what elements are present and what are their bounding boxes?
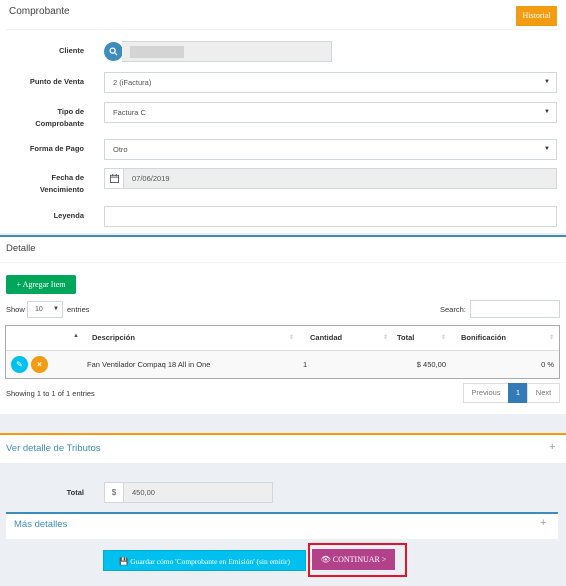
column-header-total[interactable]: Total: [397, 326, 414, 350]
chevron-down-icon: ▼: [53, 306, 59, 312]
detalle-title: Detalle: [6, 243, 36, 254]
search-label: Search:: [440, 305, 466, 314]
sort-icon[interactable]: ⇕: [289, 334, 294, 341]
tipo-value: Factura C: [113, 108, 146, 117]
eye-icon: 👁: [320, 555, 331, 564]
forma-pago-select[interactable]: Otro ▼: [104, 139, 557, 160]
column-header-cantidad[interactable]: Cantidad: [310, 326, 342, 350]
cliente-label: Cliente: [58, 46, 84, 55]
table-info: Showing 1 to 1 of 1 entries: [6, 389, 95, 398]
page-number: 1: [515, 388, 521, 397]
search-icon[interactable]: [104, 42, 123, 61]
chevron-down-icon: ▼: [544, 146, 550, 152]
next-label: Next: [535, 388, 552, 397]
forma-pago-value: Otro: [113, 145, 128, 154]
save-icon: 💾: [119, 557, 129, 566]
chevron-down-icon: ▼: [544, 109, 550, 115]
expand-icon[interactable]: +: [549, 441, 555, 453]
tipo-label-2: Comprobante: [35, 119, 84, 128]
cell-bonificacion: 0 %: [541, 360, 554, 369]
previous-label: Previous: [471, 388, 501, 397]
column-header-descripcion[interactable]: Descripción: [92, 326, 135, 350]
total-label: Total: [66, 488, 84, 497]
fecha-label-1: Fecha de: [51, 173, 84, 182]
mas-detalles-title[interactable]: Más detalles: [14, 519, 67, 530]
show-label: Show: [6, 305, 25, 314]
fecha-label-2: Vencimiento: [39, 185, 84, 194]
chevron-down-icon: ▼: [544, 79, 550, 85]
cell-cantidad: 1: [303, 360, 308, 369]
fecha-value: 07/06/2019: [132, 174, 170, 183]
sort-icon[interactable]: ⇕: [441, 334, 446, 341]
leyenda-input[interactable]: [104, 206, 557, 227]
cell-descripcion: Fan Ventilador Compaq 18 All in One: [87, 360, 211, 369]
currency-addon: $: [104, 482, 124, 503]
agregar-item-button[interactable]: + Agregar Item: [6, 275, 76, 294]
cliente-input[interactable]: [122, 41, 332, 62]
calendar-icon: [104, 168, 124, 189]
divider: [6, 29, 561, 30]
pagination-page-1[interactable]: 1: [508, 383, 528, 403]
continuar-label: CONTINUAR >: [332, 555, 387, 564]
pagination-previous[interactable]: Previous: [463, 383, 509, 403]
delete-icon[interactable]: ×: [31, 356, 48, 373]
comprobante-title: Comprobante: [9, 6, 70, 17]
leyenda-label: Leyenda: [53, 211, 84, 220]
agregar-item-label: + Agregar Item: [16, 280, 66, 289]
guardar-label: Guardar cómo 'Comprobante en Emisión' (s…: [130, 557, 290, 566]
sort-asc-icon[interactable]: ▲: [73, 333, 79, 339]
items-table: ▲ Descripción ⇕ Cantidad ⇕ Total ⇕ Bonif…: [5, 325, 560, 379]
table-row: ✎ × Fan Ventilador Compaq 18 All in One …: [6, 350, 559, 378]
entries-value: 10: [35, 306, 43, 313]
historial-label: Historial: [522, 11, 551, 20]
edit-icon[interactable]: ✎: [11, 356, 28, 373]
pagination-next[interactable]: Next: [527, 383, 560, 403]
forma-pago-label: Forma de Pago: [29, 144, 84, 153]
punto-venta-select[interactable]: 2 (iFactura) ▼: [104, 72, 557, 93]
historial-button[interactable]: Historial: [516, 6, 557, 26]
punto-venta-label: Punto de Venta: [29, 77, 84, 86]
tipo-label-1: Tipo de: [57, 107, 84, 116]
punto-venta-value: 2 (iFactura): [113, 78, 152, 87]
total-value: 450,00: [132, 488, 155, 497]
mas-detalles-box: [6, 512, 558, 539]
sort-icon[interactable]: ⇕: [383, 334, 388, 341]
tipo-comprobante-select[interactable]: Factura C ▼: [104, 102, 557, 123]
cliente-redacted: [130, 46, 184, 58]
total-input: 450,00: [123, 482, 273, 503]
tributos-title[interactable]: Ver detalle de Tributos: [6, 443, 101, 454]
search-input[interactable]: [470, 300, 560, 318]
guardar-button[interactable]: 💾 Guardar cómo 'Comprobante en Emisión' …: [103, 550, 306, 571]
entries-label: entries: [67, 305, 90, 314]
column-header-bonificacion[interactable]: Bonificación: [461, 326, 506, 350]
fecha-vencimiento-input[interactable]: 07/06/2019: [123, 168, 557, 189]
expand-icon[interactable]: +: [540, 517, 546, 529]
entries-select[interactable]: 10 ▼: [27, 301, 63, 318]
cell-total: $ 450,00: [416, 360, 446, 369]
sort-icon[interactable]: ⇕: [549, 334, 554, 341]
continuar-button[interactable]: 👁 CONTINUAR >: [312, 549, 395, 570]
divider: [0, 262, 566, 263]
